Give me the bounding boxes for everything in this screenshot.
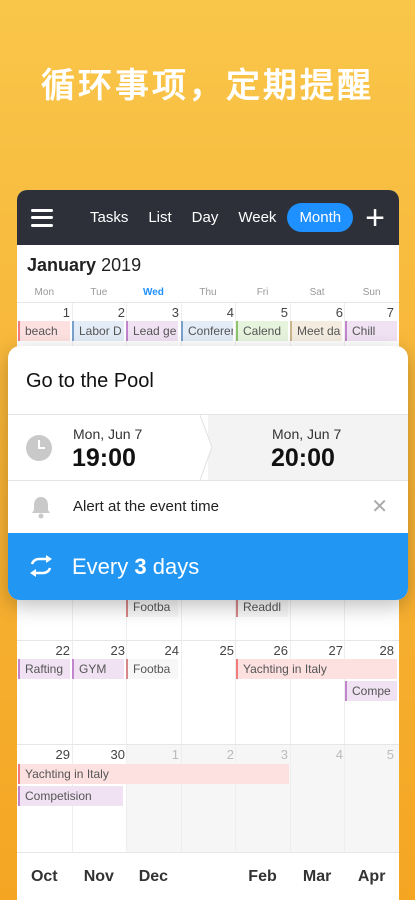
- event-chip[interactable]: Footba: [126, 597, 178, 617]
- day-cell-number[interactable]: 3: [172, 305, 179, 320]
- event-chip[interactable]: Competision: [18, 786, 123, 806]
- day-cell-number[interactable]: 24: [165, 643, 179, 658]
- event-chip[interactable]: Yachting in Italy: [18, 764, 289, 784]
- day-cell-number[interactable]: 4: [227, 305, 234, 320]
- day-cell-number[interactable]: 7: [387, 305, 394, 320]
- month-dec[interactable]: Dec: [126, 868, 181, 886]
- tab-day[interactable]: Day: [183, 202, 228, 233]
- day-cell-number[interactable]: 27: [329, 643, 343, 658]
- clock-icon: [26, 435, 52, 461]
- event-chip[interactable]: Compe: [345, 681, 397, 701]
- week-row-5: 29 30 1 2 3 4 5 Yachting in Italy Compet…: [17, 744, 399, 852]
- day-cell-number[interactable]: 25: [220, 643, 234, 658]
- year-label: 2019: [101, 255, 142, 275]
- event-chip[interactable]: Calend: [236, 321, 288, 341]
- event-detail-card: Go to the Pool Mon, Jun 7 19:00 Mon, Jun…: [8, 346, 408, 600]
- day-cell-number[interactable]: 22: [56, 643, 70, 658]
- day-cell-number[interactable]: 6: [336, 305, 343, 320]
- event-chip[interactable]: Conferen: [181, 321, 233, 341]
- weekday-header: Mon Tue Wed Thu Fri Sat Sun: [17, 287, 399, 298]
- start-date: Mon, Jun 7: [73, 426, 143, 442]
- month-jan[interactable]: Jan: [181, 868, 236, 886]
- month-apr[interactable]: Apr: [344, 868, 399, 886]
- repeat-icon: [30, 555, 52, 577]
- close-icon[interactable]: ✕: [371, 494, 388, 519]
- repeat-bar[interactable]: Every 3 days: [8, 533, 408, 600]
- start-time: 19:00: [72, 444, 136, 472]
- end-date: Mon, Jun 7: [272, 426, 342, 442]
- month-name: January: [27, 255, 97, 275]
- event-chip[interactable]: Readdl: [236, 597, 288, 617]
- day-cell-number[interactable]: 26: [274, 643, 288, 658]
- repeat-prefix: Every: [72, 554, 129, 579]
- time-arrow-divider: [200, 415, 213, 480]
- day-cell-number[interactable]: 5: [281, 305, 288, 320]
- weekday-fri: Fri: [256, 287, 269, 298]
- event-chip[interactable]: Meet da: [290, 321, 342, 341]
- day-cell-number[interactable]: 28: [380, 643, 394, 658]
- repeat-count: 3: [134, 554, 147, 579]
- event-chip[interactable]: Yachting in Italy: [236, 659, 397, 679]
- month-jan-label: Jan: [194, 867, 222, 885]
- tab-week[interactable]: Week: [229, 202, 285, 233]
- view-tabs: Tasks List Day Week Month: [81, 202, 355, 233]
- alert-label: Alert at the event time: [73, 498, 219, 515]
- weekday-sat: Sat: [309, 287, 325, 298]
- day-cell-number[interactable]: 2: [118, 305, 125, 320]
- day-cell-number[interactable]: 2: [227, 747, 234, 762]
- month-oct[interactable]: Oct: [17, 868, 72, 886]
- weekday-thu: Thu: [199, 287, 217, 298]
- event-chip[interactable]: GYM: [72, 659, 124, 679]
- tab-tasks[interactable]: Tasks: [81, 202, 137, 233]
- event-chip[interactable]: Footba: [126, 659, 178, 679]
- bell-icon: [32, 497, 50, 519]
- weekday-mon: Mon: [34, 287, 54, 298]
- event-chip[interactable]: Lead ge: [126, 321, 178, 341]
- month-title: January 2019: [27, 255, 141, 276]
- month-mar[interactable]: Mar: [290, 868, 345, 886]
- week-row-4: 22 23 24 25 26 27 28 Rafting GYM Footba …: [17, 640, 399, 744]
- add-icon[interactable]: +: [365, 201, 385, 235]
- weekday-tue: Tue: [90, 287, 108, 298]
- event-time-range: Mon, Jun 7 19:00 Mon, Jun 7 20:00: [8, 414, 408, 481]
- event-chip[interactable]: beach: [18, 321, 70, 341]
- repeat-label: Every 3 days: [72, 554, 199, 580]
- weekday-sun: Sun: [362, 287, 381, 298]
- month-feb[interactable]: Feb: [235, 868, 290, 886]
- event-chip[interactable]: Labor D: [72, 321, 124, 341]
- day-cell-number[interactable]: 4: [336, 747, 343, 762]
- menu-icon[interactable]: [31, 208, 53, 227]
- promo-headline: 循环事项，定期提醒: [41, 66, 374, 106]
- event-chip[interactable]: Rafting: [18, 659, 70, 679]
- day-cell-number[interactable]: 3: [281, 747, 288, 762]
- alert-row[interactable]: Alert at the event time ✕: [8, 481, 408, 533]
- day-cell-number[interactable]: 5: [387, 747, 394, 762]
- tab-month[interactable]: Month: [287, 203, 354, 232]
- repeat-suffix: days: [152, 554, 200, 579]
- day-cell-number[interactable]: 29: [56, 747, 70, 762]
- day-cell-number[interactable]: 23: [111, 643, 125, 658]
- weekday-wed: Wed: [142, 287, 164, 298]
- event-title[interactable]: Go to the Pool: [8, 346, 408, 414]
- month-selector: Oct Nov Dec Jan Feb Mar Apr: [17, 852, 399, 900]
- event-chip[interactable]: Chill: [345, 321, 397, 341]
- day-cell-number[interactable]: 30: [111, 747, 125, 762]
- end-time: 20:00: [271, 444, 335, 472]
- toolbar: Tasks List Day Week Month +: [17, 190, 399, 245]
- tab-list[interactable]: List: [139, 202, 180, 233]
- month-nov[interactable]: Nov: [72, 868, 127, 886]
- day-cell-number[interactable]: 1: [63, 305, 70, 320]
- day-cell-number[interactable]: 1: [172, 747, 179, 762]
